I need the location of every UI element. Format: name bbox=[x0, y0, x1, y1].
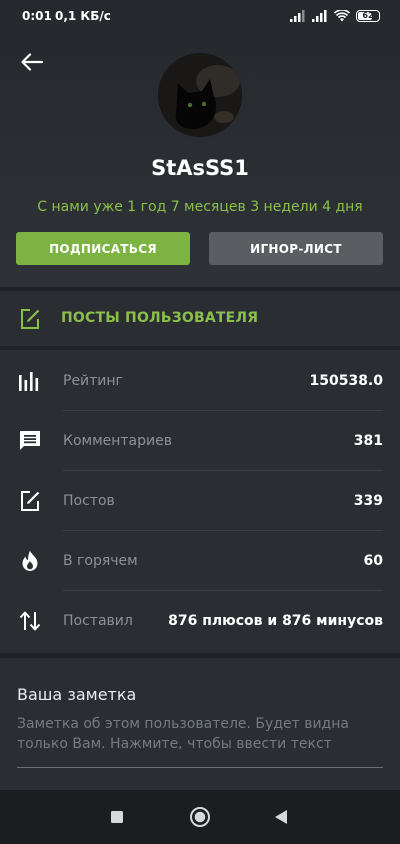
fire-icon bbox=[22, 550, 38, 571]
status-icons: 62 bbox=[290, 9, 380, 23]
status-bar: 0:01 0,1 КБ/с 62 bbox=[0, 0, 400, 34]
recents-button[interactable] bbox=[104, 804, 130, 830]
home-button[interactable] bbox=[187, 804, 213, 830]
stat-row-posts: Постов 339 bbox=[0, 471, 400, 531]
bar-chart-icon bbox=[19, 372, 39, 391]
edit-icon bbox=[21, 491, 40, 511]
stat-label: Поставил bbox=[63, 613, 133, 629]
avatar bbox=[158, 53, 242, 137]
ignore-list-button[interactable]: ИГНОР-ЛИСТ bbox=[209, 232, 383, 265]
battery-icon: 62 bbox=[356, 10, 380, 22]
navigation-bar bbox=[0, 790, 400, 844]
stat-row-rating: Рейтинг 150538.0 bbox=[0, 351, 400, 411]
note-input[interactable]: Заметка об этом пользователе. Будет видн… bbox=[17, 714, 377, 754]
profile-header: 0:01 0,1 КБ/с 62 StAsSS1 С нами уже 1 го… bbox=[0, 0, 400, 287]
note-title: Ваша заметка bbox=[17, 685, 137, 704]
user-stats: Рейтинг 150538.0 Комментариев 381 Постов… bbox=[0, 350, 400, 653]
signal-icon bbox=[312, 10, 327, 22]
square-icon bbox=[111, 811, 123, 823]
member-since: С нами уже 1 год 7 месяцев 3 недели 4 дн… bbox=[37, 199, 363, 215]
user-posts-link[interactable]: ПОСТЫ ПОЛЬЗОВАТЕЛЯ bbox=[0, 291, 400, 346]
back-nav-button[interactable] bbox=[268, 804, 294, 830]
profile-screen: 0:01 0,1 КБ/с 62 StAsSS1 С нами уже 1 го… bbox=[0, 0, 400, 844]
username: StAsSS1 bbox=[151, 156, 249, 180]
stat-row-hot: В горячем 60 bbox=[0, 531, 400, 591]
stat-value: 60 bbox=[363, 553, 383, 569]
battery-level: 62 bbox=[362, 11, 374, 20]
stat-label: В горячем bbox=[63, 553, 138, 569]
wifi-icon bbox=[334, 10, 350, 22]
subscribe-button[interactable]: ПОДПИСАТЬСЯ bbox=[16, 232, 190, 265]
signal-icon bbox=[290, 10, 305, 22]
stat-value: 339 bbox=[353, 493, 383, 509]
stat-row-comments: Комментариев 381 bbox=[0, 411, 400, 471]
user-note[interactable]: Ваша заметка Заметка об этом пользовател… bbox=[0, 658, 400, 790]
stat-label: Рейтинг bbox=[63, 373, 123, 389]
user-posts-label: ПОСТЫ ПОЛЬЗОВАТЕЛЯ bbox=[61, 310, 259, 326]
stat-label: Комментариев bbox=[63, 433, 172, 449]
stat-value: 876 плюсов и 876 минусов bbox=[168, 613, 383, 629]
stat-value: 150538.0 bbox=[309, 373, 383, 389]
status-network-speed: 0,1 КБ/с bbox=[55, 9, 111, 23]
edit-icon bbox=[21, 309, 40, 329]
back-button[interactable] bbox=[16, 48, 48, 76]
arrow-left-icon bbox=[21, 53, 43, 71]
stat-value: 381 bbox=[353, 433, 383, 449]
note-underline bbox=[17, 767, 383, 768]
stat-label: Постов bbox=[63, 493, 115, 509]
stat-row-votes: Поставил 876 плюсов и 876 минусов bbox=[0, 591, 400, 651]
cat-avatar-image bbox=[158, 53, 242, 137]
sort-arrows-icon bbox=[19, 611, 41, 631]
status-time: 0:01 bbox=[22, 9, 52, 23]
comment-icon bbox=[20, 431, 40, 450]
triangle-back-icon bbox=[275, 810, 287, 824]
home-circle-icon bbox=[190, 807, 210, 827]
